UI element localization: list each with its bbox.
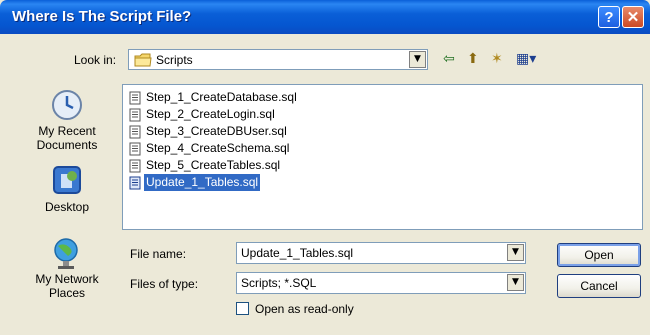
place-label: My Network Places xyxy=(35,272,99,300)
close-button[interactable]: ✕ xyxy=(622,6,644,28)
desktop-icon xyxy=(53,166,81,194)
place-label: Desktop xyxy=(44,200,90,214)
file-name: Step_2_CreateLogin.sql xyxy=(146,107,275,121)
chevron-down-icon[interactable]: ▼ xyxy=(507,274,524,291)
title-bar[interactable]: Where Is The Script File? ? ✕ xyxy=(0,0,650,34)
file-item[interactable]: Step_2_CreateLogin.sql xyxy=(129,106,277,123)
files-of-type-dropdown[interactable]: Scripts; *.SQL ▼ xyxy=(236,272,526,294)
file-open-dialog: Where Is The Script File? ? ✕ Look in: S… xyxy=(0,0,650,335)
sql-file-icon xyxy=(129,125,141,139)
checkbox-box[interactable] xyxy=(236,302,249,315)
read-only-checkbox[interactable]: Open as read-only xyxy=(236,302,354,316)
read-only-label: Open as read-only xyxy=(255,302,354,316)
file-name: Step_4_CreateSchema.sql xyxy=(146,141,290,155)
file-item[interactable]: Step_1_CreateDatabase.sql xyxy=(129,89,299,106)
sql-file-icon xyxy=(129,108,141,122)
chevron-down-icon[interactable]: ▼ xyxy=(507,244,524,261)
back-arrow-icon[interactable]: ⇦ xyxy=(443,51,455,67)
look-in-value: Scripts xyxy=(156,53,193,67)
network-places-icon xyxy=(54,238,78,269)
file-name-label: File name: xyxy=(130,247,187,261)
sql-file-icon xyxy=(129,91,141,105)
file-name: Step_1_CreateDatabase.sql xyxy=(146,90,297,104)
place-label: My Recent Documents xyxy=(36,124,98,152)
file-item[interactable]: Step_5_CreateTables.sql xyxy=(129,157,282,174)
folder-icon xyxy=(134,53,152,67)
file-list[interactable]: Step_1_CreateDatabase.sql Step_2_CreateL… xyxy=(122,84,643,230)
file-item[interactable]: Step_3_CreateDBUser.sql xyxy=(129,123,289,140)
sql-file-icon xyxy=(129,159,141,173)
file-item-selected[interactable]: Update_1_Tables.sql xyxy=(129,174,261,191)
cancel-button[interactable]: Cancel xyxy=(557,274,641,298)
place-my-recent-documents[interactable]: My Recent Documents xyxy=(26,88,108,152)
sql-file-icon xyxy=(129,142,141,156)
up-folder-icon[interactable]: ⬆ xyxy=(467,51,479,67)
file-name: Update_1_Tables.sql xyxy=(144,174,261,191)
dialog-title: Where Is The Script File? xyxy=(12,8,192,25)
look-in-dropdown[interactable]: Scripts ▼ xyxy=(128,49,428,70)
file-name: Step_3_CreateDBUser.sql xyxy=(146,124,287,138)
help-button[interactable]: ? xyxy=(598,6,620,28)
new-folder-icon[interactable]: ✶ xyxy=(491,51,503,67)
look-in-label: Look in: xyxy=(74,53,117,67)
file-item[interactable]: Step_4_CreateSchema.sql xyxy=(129,140,291,157)
chevron-down-icon[interactable]: ▼ xyxy=(409,51,426,68)
place-desktop[interactable]: Desktop xyxy=(26,164,108,214)
open-button[interactable]: Open xyxy=(557,243,641,267)
recent-documents-icon xyxy=(52,90,82,120)
file-name-value: Update_1_Tables.sql xyxy=(241,246,354,260)
place-my-network-places[interactable]: My Network Places xyxy=(26,236,108,300)
sql-file-icon xyxy=(129,176,141,190)
files-of-type-label: Files of type: xyxy=(130,277,199,291)
views-menu-icon[interactable]: ▦▾ xyxy=(516,51,536,67)
file-name-input[interactable]: Update_1_Tables.sql ▼ xyxy=(236,242,526,264)
files-of-type-value: Scripts; *.SQL xyxy=(241,276,317,290)
file-name: Step_5_CreateTables.sql xyxy=(146,158,281,172)
